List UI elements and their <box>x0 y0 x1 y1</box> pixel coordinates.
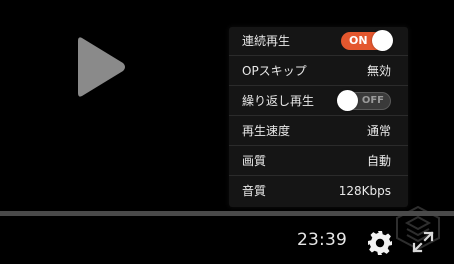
setting-label: 画質 <box>242 154 267 168</box>
setting-label: OPスキップ <box>242 64 307 78</box>
time-display: 23:39 <box>297 230 347 250</box>
setting-row-playback-speed[interactable]: 再生速度 通常 <box>229 117 408 146</box>
setting-row-repeat-play[interactable]: 繰り返し再生 OFF <box>229 87 408 116</box>
settings-menu: 連続再生 ON OPスキップ 無効 繰り返し再生 OFF 再生速度 通常 画質 … <box>229 27 408 207</box>
toggle-state-text: OFF <box>361 95 384 106</box>
setting-row-video-quality[interactable]: 画質 自動 <box>229 147 408 176</box>
fullscreen-expand-icon[interactable] <box>412 231 434 253</box>
gear-icon[interactable] <box>367 230 393 256</box>
setting-label: 繰り返し再生 <box>242 94 315 108</box>
toggle-knob <box>337 90 358 111</box>
seek-bar[interactable] <box>0 211 454 216</box>
setting-value: 自動 <box>366 154 391 168</box>
repeat-play-toggle[interactable]: OFF <box>337 90 391 111</box>
continuous-play-toggle[interactable]: ON <box>341 30 393 51</box>
setting-value: 無効 <box>366 64 391 78</box>
setting-label: 音質 <box>242 184 267 198</box>
setting-row-audio-quality[interactable]: 音質 128Kbps <box>229 177 408 206</box>
setting-row-continuous-play[interactable]: 連続再生 ON <box>229 27 408 56</box>
video-player[interactable]: 連続再生 ON OPスキップ 無効 繰り返し再生 OFF 再生速度 通常 画質 … <box>0 0 454 264</box>
setting-label: 再生速度 <box>242 124 291 138</box>
toggle-state-text: ON <box>349 34 368 47</box>
play-icon[interactable] <box>76 34 128 100</box>
toggle-knob <box>372 30 393 51</box>
setting-value: 128Kbps <box>338 184 391 198</box>
setting-label: 連続再生 <box>242 34 291 48</box>
setting-row-op-skip[interactable]: OPスキップ 無効 <box>229 57 408 86</box>
setting-value: 通常 <box>366 124 391 138</box>
